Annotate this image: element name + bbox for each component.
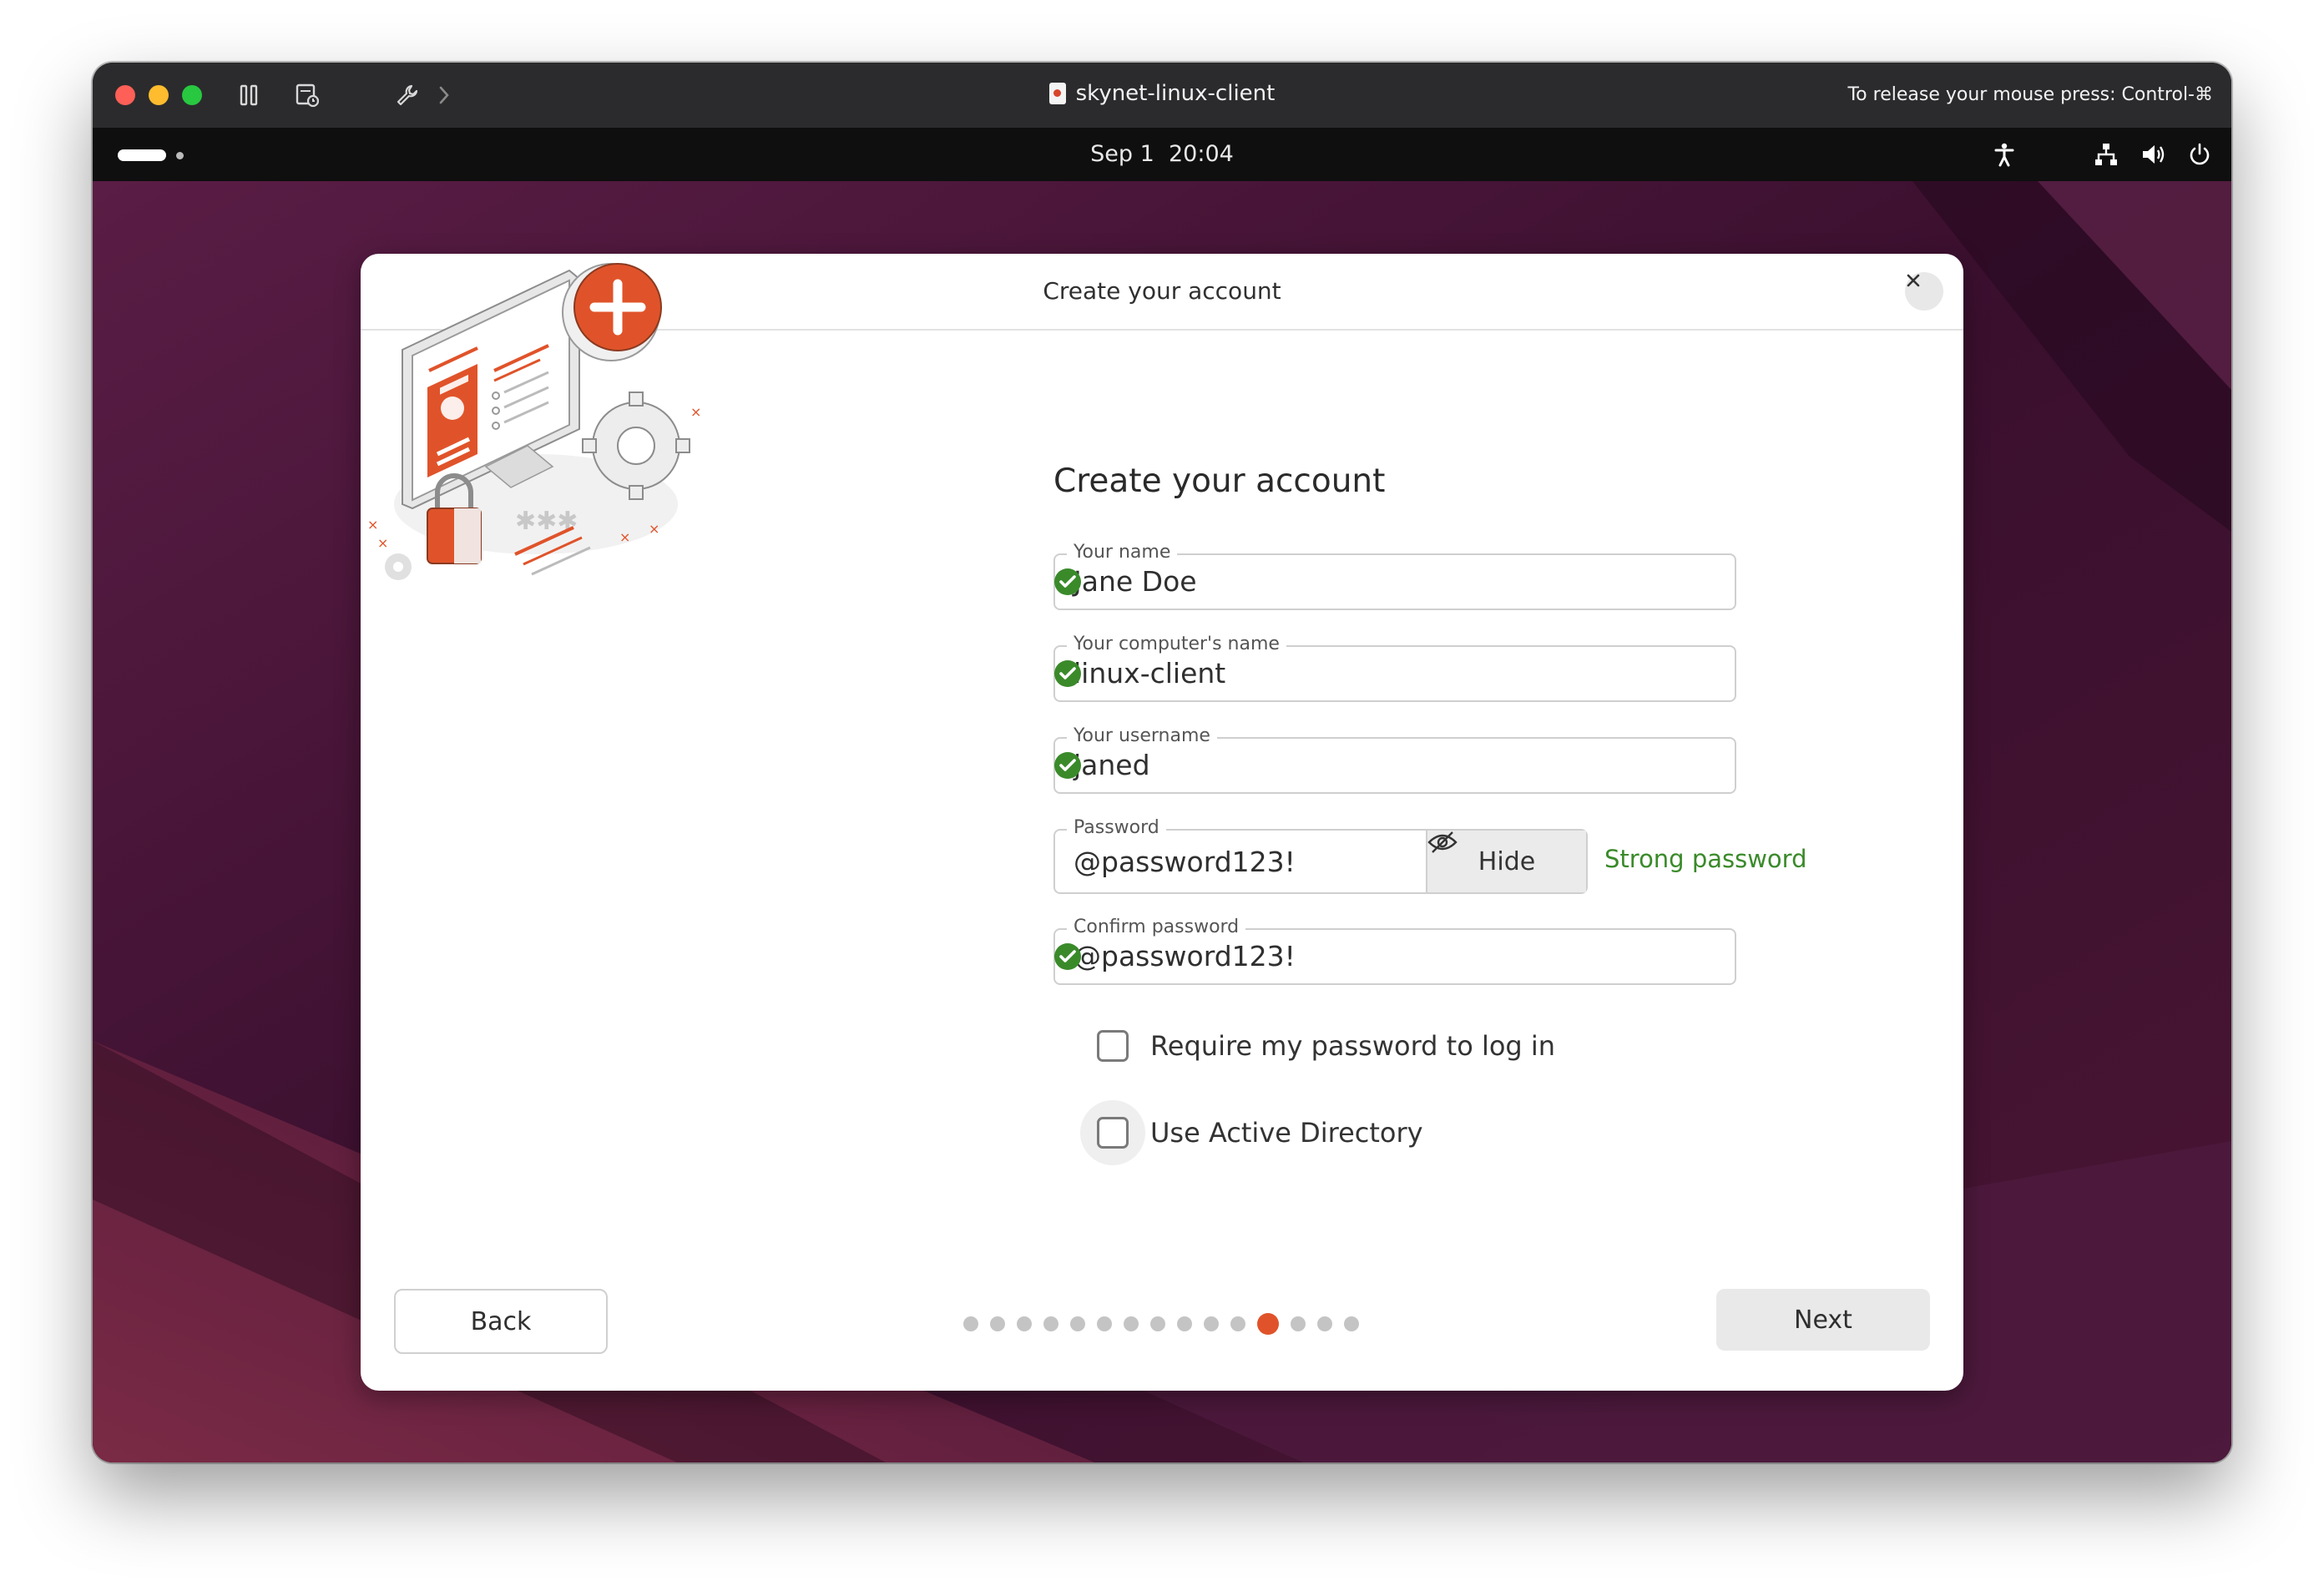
svg-text:×: × [690, 404, 701, 420]
progress-dot [1177, 1316, 1192, 1331]
confirm-password-label: Confirm password [1067, 917, 1246, 937]
active-directory-label: Use Active Directory [1150, 1117, 1423, 1149]
next-button[interactable]: Next [1716, 1289, 1930, 1351]
require-password-checkbox[interactable] [1097, 1030, 1129, 1062]
window-title-text: skynet-linux-client [1075, 81, 1276, 106]
vm-window: skynet-linux-client To release your mous… [93, 63, 2231, 1462]
close-dialog-button[interactable] [1905, 272, 1943, 311]
require-password-option[interactable]: Require my password to log in [1097, 1030, 1555, 1062]
computer-name-field[interactable]: Your computer's name linux-client [1053, 634, 1736, 702]
computer-name-value: linux-client [1074, 657, 1226, 689]
back-button[interactable]: Back [394, 1289, 608, 1354]
hide-password-button[interactable]: Hide [1426, 831, 1586, 892]
progress-dot [963, 1316, 978, 1331]
eye-slash-icon [1427, 831, 1458, 853]
accessibility-icon[interactable] [1991, 141, 2018, 168]
password-field[interactable]: Password @password123! Hide [1053, 817, 1588, 894]
username-field[interactable]: Your username janed [1053, 725, 1736, 794]
release-mouse-hint: To release your mouse press: Control-⌘ [1847, 84, 2213, 105]
computer-name-label: Your computer's name [1067, 634, 1286, 654]
progress-dot [1097, 1316, 1112, 1331]
svg-text:×: × [619, 529, 630, 545]
clock-date: Sep 1 [1090, 141, 1154, 167]
progress-dot [1150, 1316, 1165, 1331]
svg-text:×: × [377, 535, 388, 551]
active-directory-checkbox[interactable] [1080, 1100, 1145, 1165]
power-icon[interactable] [2186, 141, 2213, 168]
progress-dot [1230, 1316, 1245, 1331]
progress-dot [1043, 1316, 1058, 1331]
panel-clock[interactable]: Sep 1 20:04 [93, 141, 2231, 167]
desktop-background: Create your account ✱✱✱ × × × × × Create… [93, 181, 2231, 1462]
svg-text:×: × [649, 521, 659, 537]
active-directory-option[interactable]: Use Active Directory [1080, 1100, 1423, 1165]
progress-dot-current [1257, 1313, 1279, 1335]
username-valid-check-icon [1054, 752, 1081, 779]
window-titlebar: skynet-linux-client To release your mous… [93, 63, 2231, 128]
confirm-password-value: @password123! [1074, 940, 1296, 972]
vm-document-icon [1048, 83, 1066, 104]
progress-dot [1291, 1316, 1306, 1331]
hide-button-label: Hide [1478, 846, 1536, 876]
your-name-value: Jane Doe [1074, 565, 1197, 598]
svg-text:×: × [367, 517, 378, 533]
step-progress-dots [963, 1313, 1359, 1335]
your-name-label: Your name [1067, 542, 1178, 563]
close-icon [1907, 274, 1920, 287]
computer-valid-check-icon [1054, 660, 1081, 687]
form-heading: Create your account [1053, 462, 1386, 500]
progress-dot [1017, 1316, 1032, 1331]
username-value: janed [1074, 749, 1150, 781]
progress-dot [1204, 1316, 1219, 1331]
network-icon[interactable] [2093, 141, 2119, 168]
volume-icon[interactable] [2140, 141, 2166, 168]
require-password-label: Require my password to log in [1150, 1030, 1556, 1062]
progress-dot [1344, 1316, 1359, 1331]
password-strength: Strong password [1604, 845, 1807, 873]
progress-dot [1070, 1316, 1085, 1331]
username-label: Your username [1067, 725, 1217, 746]
account-illustration: ✱✱✱ × × × × × [367, 263, 701, 580]
clock-time: 20:04 [1169, 141, 1234, 167]
guest-top-panel: Sep 1 20:04 [93, 128, 2231, 181]
confirm-password-field[interactable]: Confirm password @password123! [1053, 917, 1736, 985]
progress-dot [990, 1316, 1005, 1331]
progress-dot [1317, 1316, 1332, 1331]
your-name-field[interactable]: Your name Jane Doe [1053, 542, 1736, 610]
password-label: Password [1067, 817, 1166, 838]
confirm-valid-check-icon [1054, 943, 1081, 970]
password-value: @password123! [1074, 846, 1296, 878]
name-valid-check-icon [1054, 568, 1081, 595]
progress-dot [1124, 1316, 1139, 1331]
installer-dialog: Create your account ✱✱✱ × × × × × Create… [361, 254, 1963, 1391]
